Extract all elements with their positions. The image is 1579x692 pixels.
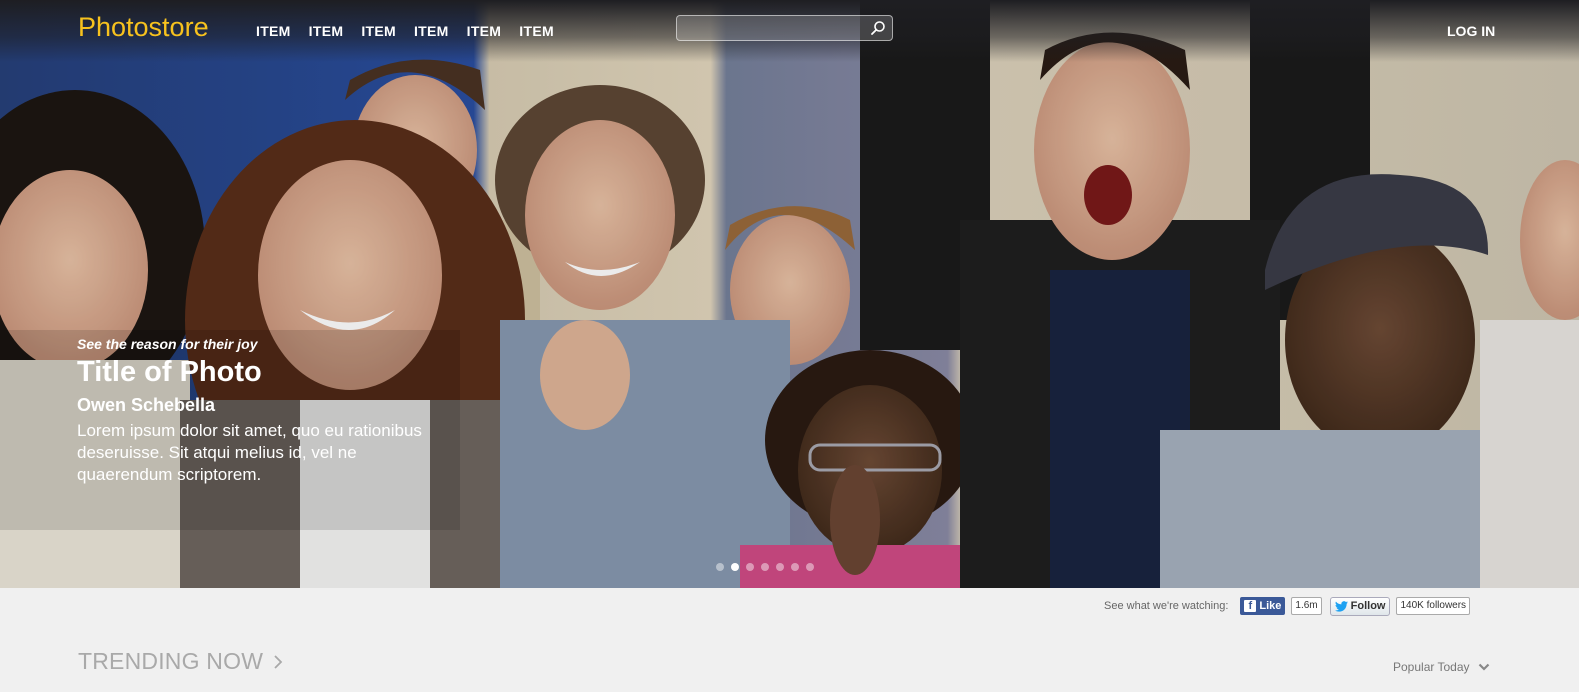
facebook-like-button[interactable]: f Like bbox=[1240, 597, 1286, 615]
facebook-like-count: 1.6m bbox=[1291, 597, 1322, 615]
sort-dropdown[interactable]: Popular Today bbox=[1393, 660, 1490, 674]
carousel-dot[interactable] bbox=[761, 563, 769, 571]
nav-item[interactable]: ITEM bbox=[256, 23, 291, 39]
search-input[interactable] bbox=[683, 19, 867, 39]
main-nav: ITEM ITEM ITEM ITEM ITEM ITEM bbox=[256, 23, 572, 39]
carousel-dot[interactable] bbox=[716, 563, 724, 571]
twitter-follow-label: Follow bbox=[1350, 599, 1386, 612]
carousel-dots bbox=[716, 563, 814, 571]
carousel-dot[interactable] bbox=[791, 563, 799, 571]
photo-title[interactable]: Title of Photo bbox=[77, 356, 437, 389]
nav-item[interactable]: ITEM bbox=[309, 23, 344, 39]
chevron-right-icon bbox=[274, 654, 283, 669]
trending-heading[interactable]: TRENDING NOW bbox=[78, 648, 283, 675]
search-box bbox=[676, 15, 893, 41]
trending-title: TRENDING NOW bbox=[78, 648, 264, 674]
top-navigation-bar: Photostore ITEM ITEM ITEM ITEM ITEM ITEM… bbox=[0, 0, 1579, 62]
hero-carousel[interactable]: Photostore ITEM ITEM ITEM ITEM ITEM ITEM… bbox=[0, 0, 1579, 588]
carousel-dot[interactable] bbox=[746, 563, 754, 571]
photo-description: Lorem ipsum dolor sit amet, quo eu ratio… bbox=[77, 421, 422, 484]
social-label: See what we're watching: bbox=[1104, 600, 1229, 612]
carousel-dot[interactable] bbox=[806, 563, 814, 571]
nav-item[interactable]: ITEM bbox=[361, 23, 396, 39]
hero-tagline: See the reason for their joy bbox=[77, 336, 258, 352]
facebook-like-label: Like bbox=[1259, 600, 1282, 612]
search-icon[interactable] bbox=[870, 20, 886, 36]
login-link[interactable]: LOG IN bbox=[1447, 23, 1495, 39]
carousel-dot[interactable] bbox=[776, 563, 784, 571]
facebook-icon: f bbox=[1244, 600, 1257, 612]
carousel-dot[interactable] bbox=[731, 563, 739, 571]
social-bar: See what we're watching: f Like 1.6m Fol… bbox=[1104, 596, 1471, 616]
photographer-name[interactable]: Owen Schebella bbox=[77, 395, 437, 416]
sort-label: Popular Today bbox=[1393, 660, 1470, 674]
hero-caption: See the reason for their joy Title of Ph… bbox=[77, 336, 437, 486]
nav-item[interactable]: ITEM bbox=[467, 23, 502, 39]
logo[interactable]: Photostore bbox=[78, 12, 209, 43]
twitter-follow-button[interactable]: Follow bbox=[1329, 596, 1391, 616]
chevron-down-icon bbox=[1478, 663, 1489, 671]
twitter-icon bbox=[1334, 600, 1348, 612]
nav-item[interactable]: ITEM bbox=[414, 23, 449, 39]
hero-photo bbox=[0, 0, 1579, 588]
nav-item[interactable]: ITEM bbox=[519, 23, 554, 39]
twitter-follower-count: 140K followers bbox=[1396, 597, 1471, 615]
